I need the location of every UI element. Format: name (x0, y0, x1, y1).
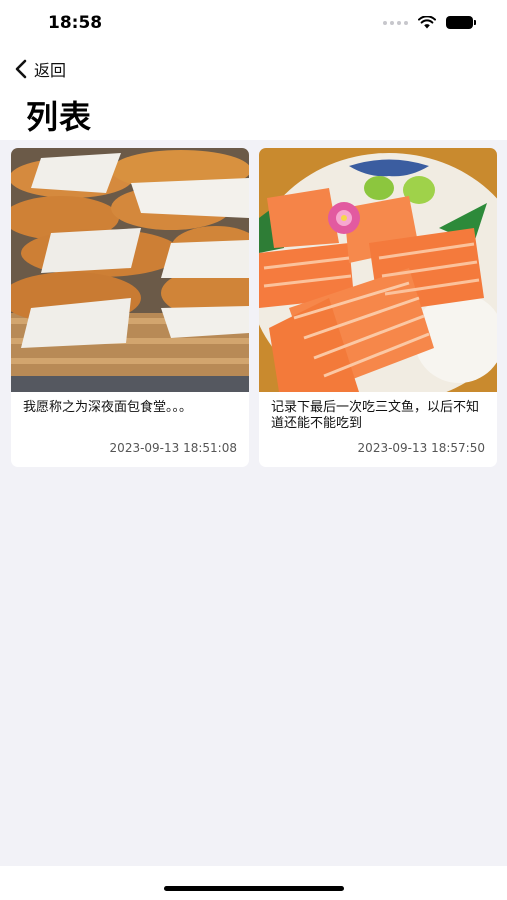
post-date: 2023-09-13 18:57:50 (357, 441, 485, 455)
salmon-photo (259, 148, 497, 392)
status-icons (383, 16, 476, 29)
post-text: 我愿称之为深夜面包食堂。。。 (23, 400, 193, 415)
header-area: 18:58 返回 列表 (0, 0, 507, 140)
battery-icon (446, 16, 476, 29)
back-label: 返回 (34, 61, 67, 80)
post-text: 记录下最后一次吃三文鱼，以后不知道还能不能吃到 (271, 400, 480, 431)
post-grid: 我愿称之为深夜面包食堂。。。 2023-09-13 18:51:08 记录下最后… (11, 148, 498, 467)
bread-photo (11, 148, 249, 392)
back-button[interactable]: 返回 (14, 56, 66, 82)
post-card[interactable]: 我愿称之为深夜面包食堂。。。 2023-09-13 18:51:08 (11, 148, 249, 467)
page-title: 列表 (26, 98, 93, 136)
post-card[interactable]: 记录下最后一次吃三文鱼，以后不知道还能不能吃到 2023-09-13 18:57… (259, 148, 497, 467)
home-indicator[interactable] (164, 886, 344, 891)
status-time: 18:58 (48, 13, 103, 33)
post-date: 2023-09-13 18:51:08 (109, 441, 237, 455)
chevron-left-icon (15, 59, 27, 79)
signal-icon (383, 20, 408, 25)
wifi-icon (418, 16, 436, 29)
bottom-bar (0, 866, 507, 900)
